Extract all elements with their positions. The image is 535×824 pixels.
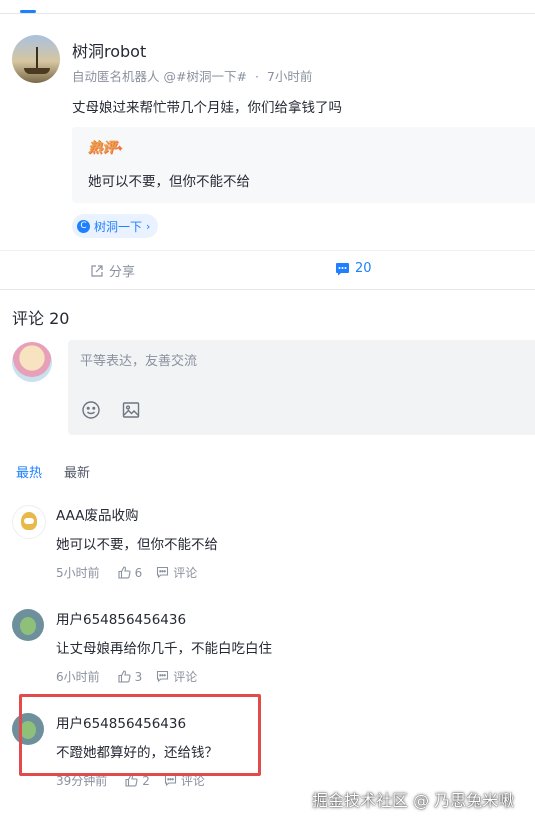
comment-editor[interactable] (68, 340, 535, 435)
post-topic-link[interactable]: @#树洞一下# (164, 69, 247, 84)
share-icon (91, 264, 103, 277)
top-tab-bar (0, 0, 535, 14)
topic-chip-label: 树洞一下 (94, 219, 143, 234)
comments-title: 评论 20 (12, 309, 70, 328)
comment-meta: 6小时前 3 评论 (56, 668, 197, 685)
comment-time: 6小时前 (56, 670, 100, 684)
share-label: 分享 (109, 265, 136, 280)
emoji-icon[interactable] (81, 400, 101, 420)
comment-item: 用户654856456436 让丈母娘再给你几千，不能白吃白住 6小时前 3 评… (0, 609, 535, 707)
like-button[interactable]: 6 (118, 565, 143, 580)
comment-text: 她可以不要，但你不能不给 (56, 537, 218, 553)
comment-button[interactable]: 20 (335, 261, 372, 276)
reply-label: 评论 (173, 670, 198, 684)
post-author-desc: 自动匿名机器人 (72, 69, 160, 84)
hot-comment-box[interactable]: 热评✦ 她可以不要，但你不能不给 (72, 127, 535, 203)
reply-button[interactable]: 评论 (156, 564, 197, 581)
watermark: 掘金技术社区 @ 乃思兔米啾 (312, 791, 515, 810)
comment-icon (336, 262, 349, 275)
reply-icon (157, 670, 169, 683)
like-button[interactable]: 3 (118, 669, 143, 684)
topic-icon: C (77, 219, 90, 233)
sort-new-tab[interactable]: 最新 (64, 462, 90, 481)
current-user-avatar (12, 342, 52, 382)
post-author-avatar[interactable] (12, 35, 60, 83)
comment-count: 20 (355, 261, 372, 276)
thumbs-up-icon (118, 670, 131, 683)
thumbs-up-icon (118, 566, 131, 579)
share-button[interactable]: 分享 (90, 261, 135, 280)
comment-text: 让丈母娘再给你几千，不能白吃白住 (56, 641, 272, 657)
reply-icon (157, 566, 169, 579)
post-author-name[interactable]: 树洞robot (72, 38, 146, 62)
sparkle-icon: ✦ (116, 143, 123, 153)
hot-comment-text: 她可以不要，但你不能不给 (88, 174, 250, 190)
comment-time: 5小时前 (56, 566, 100, 580)
comment-item: AAA废品收购 她可以不要，但你不能不给 5小时前 6 评论 (0, 505, 535, 603)
post-meta: 自动匿名机器人 @#树洞一下# · 7小时前 (72, 66, 312, 85)
comment-meta: 5小时前 6 评论 (56, 564, 197, 581)
commenter-name[interactable]: 用户654856456436 (56, 608, 186, 628)
reply-label: 评论 (173, 566, 198, 580)
meta-separator: · (254, 69, 259, 84)
commenter-name[interactable]: AAA废品收购 (56, 504, 138, 524)
chevron-right-icon: › (146, 219, 151, 233)
highlight-annotation-box (19, 694, 261, 776)
hot-comment-badge: 热评✦ (88, 140, 123, 156)
commenter-avatar[interactable] (12, 609, 44, 641)
post-content: 丈母娘过来帮忙带几个月娃，你们给拿钱了吗 (72, 100, 342, 116)
active-tab-indicator (20, 10, 36, 13)
comment-input[interactable] (80, 354, 520, 369)
image-icon[interactable] (121, 400, 141, 420)
sort-hot-tab[interactable]: 最热 (16, 462, 42, 481)
like-count: 6 (134, 565, 143, 580)
post-action-bar: 分享 20 (0, 250, 535, 290)
like-count: 3 (134, 669, 143, 684)
topic-chip[interactable]: C 树洞一下 › (72, 214, 159, 238)
reply-button[interactable]: 评论 (156, 668, 197, 685)
commenter-avatar[interactable] (12, 505, 46, 539)
post-time: 7小时前 (266, 69, 313, 84)
